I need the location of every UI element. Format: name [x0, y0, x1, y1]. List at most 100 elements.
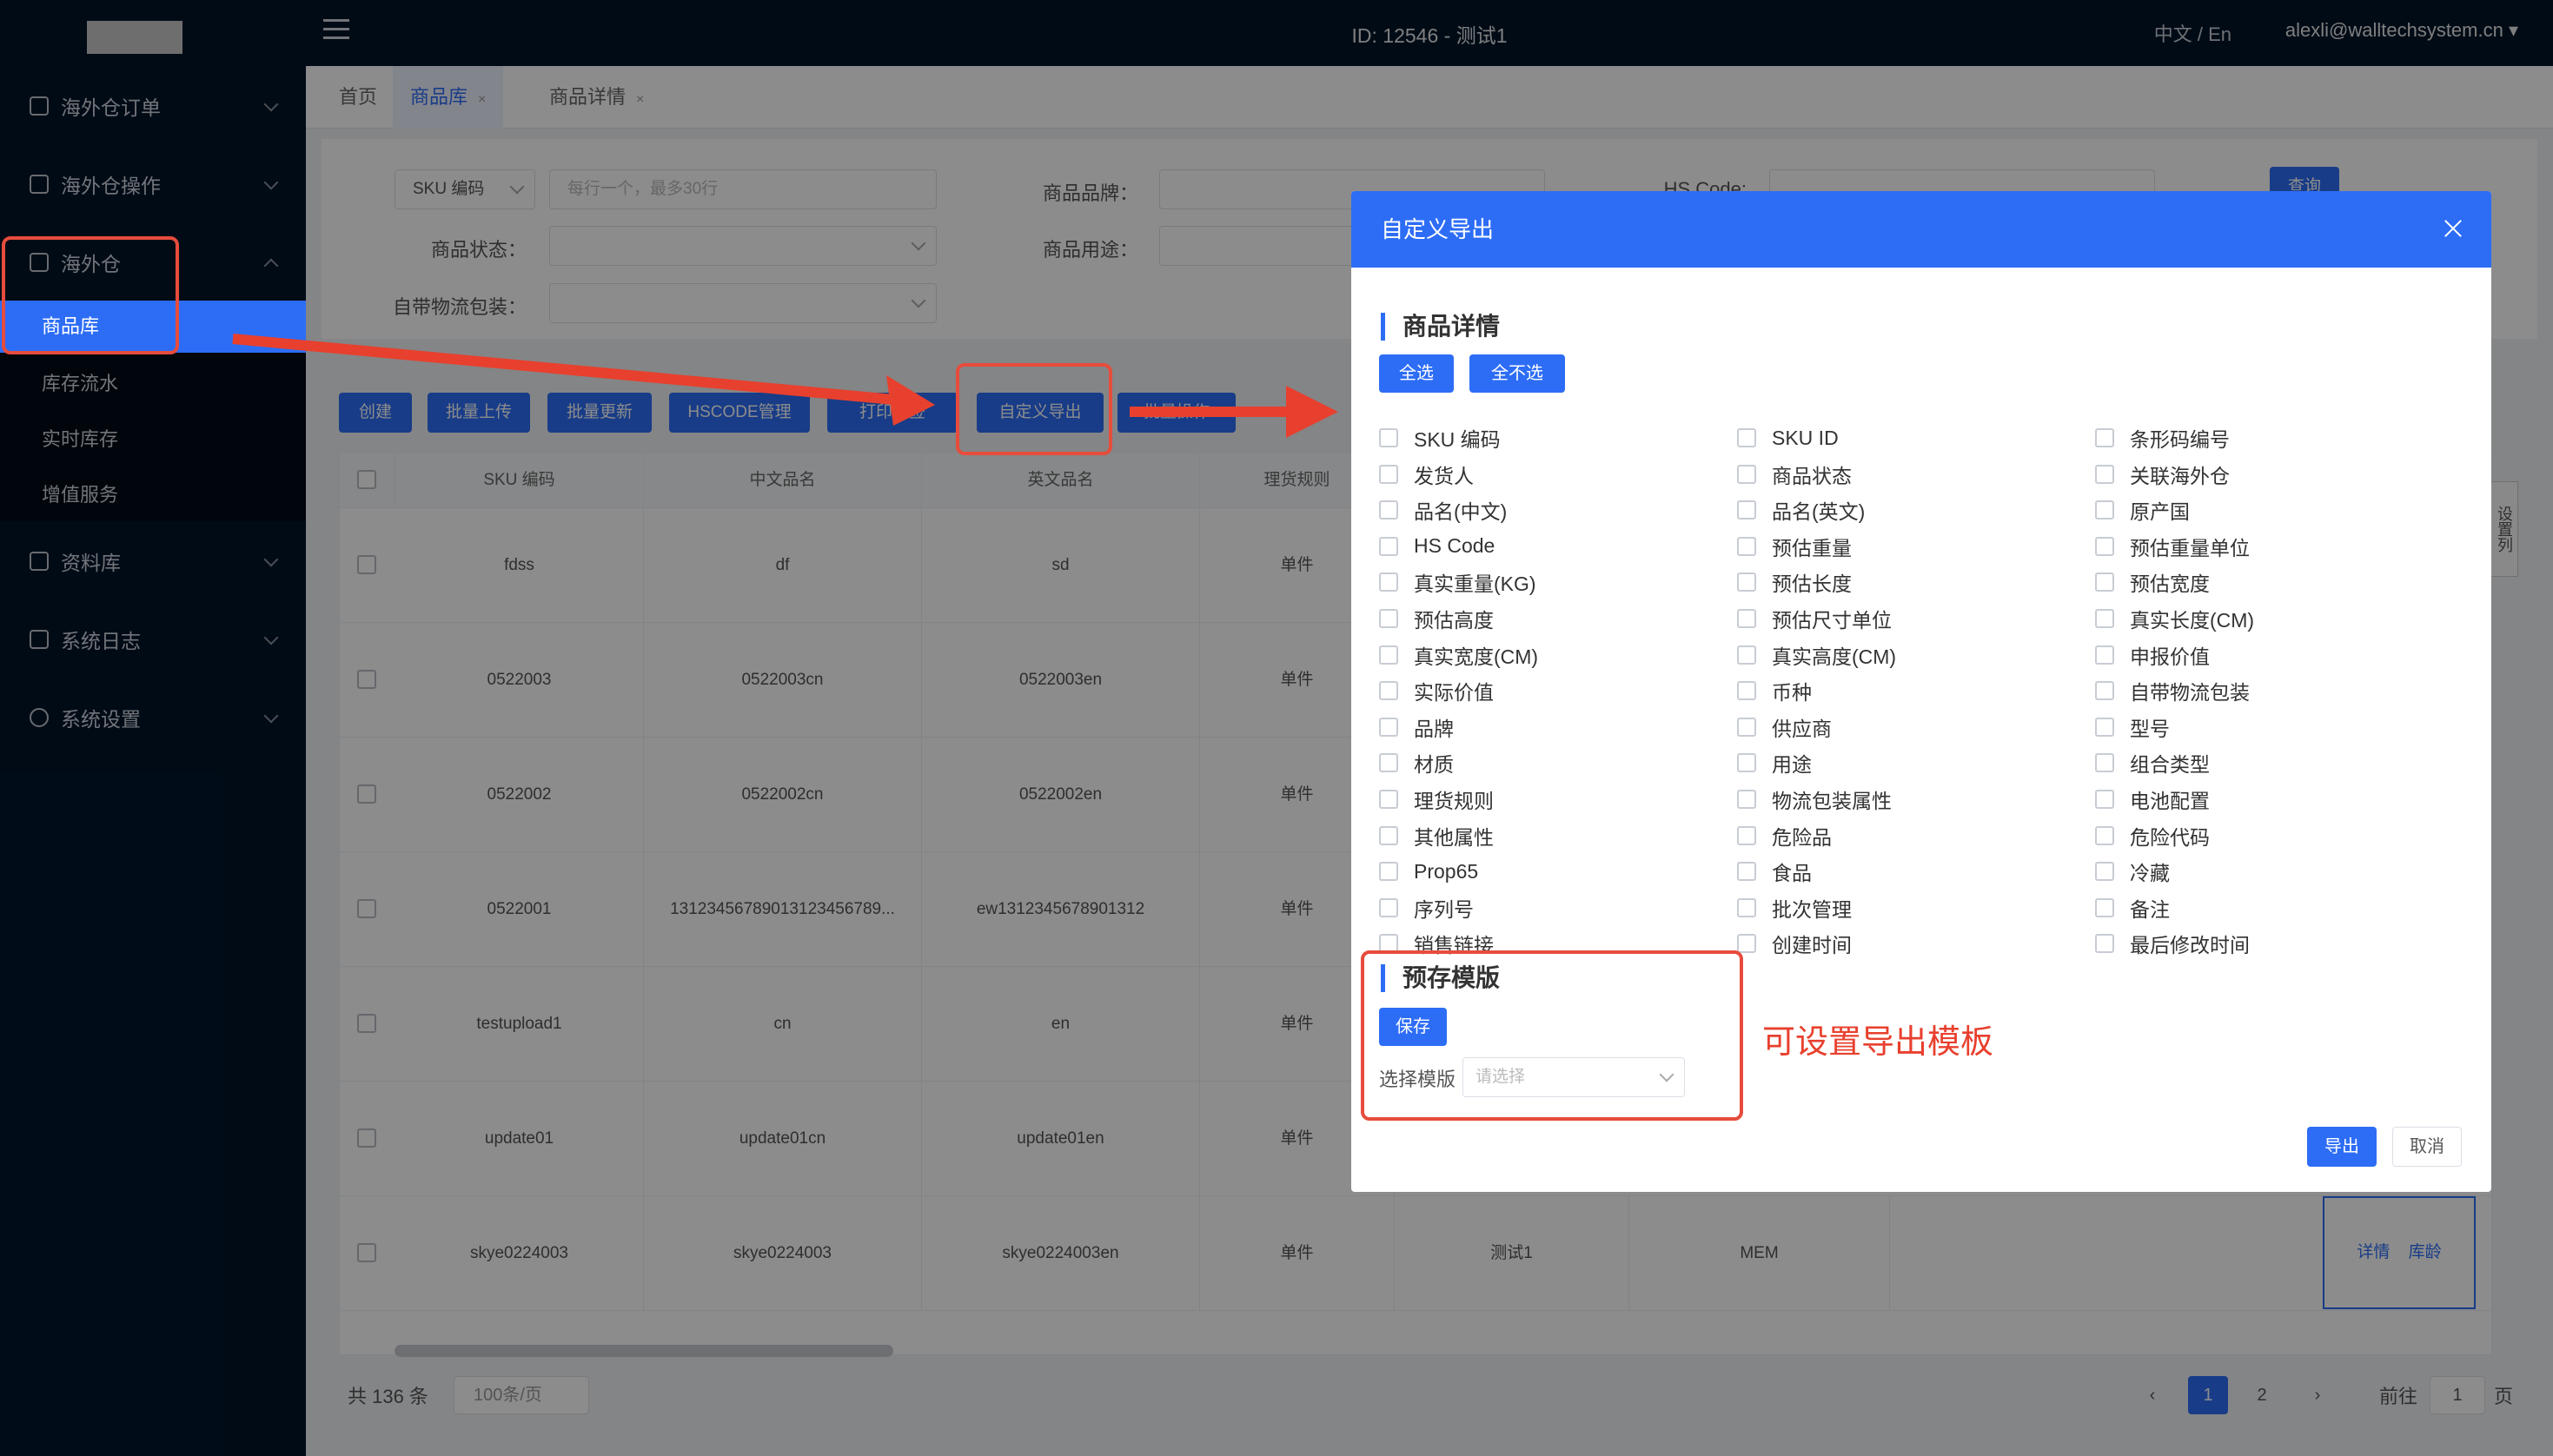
- checkbox[interactable]: [1379, 428, 1398, 447]
- export-field-option[interactable]: 申报价值: [2095, 638, 2210, 672]
- checkbox[interactable]: [1379, 681, 1398, 701]
- export-field-option[interactable]: 品牌: [1379, 710, 1454, 745]
- checkbox[interactable]: [1737, 790, 1756, 809]
- checkbox[interactable]: [2095, 717, 2114, 737]
- checkbox[interactable]: [2095, 428, 2114, 447]
- checkbox[interactable]: [1379, 572, 1398, 592]
- checkbox[interactable]: [1737, 464, 1756, 484]
- checkbox[interactable]: [1737, 717, 1756, 737]
- export-field-option[interactable]: 危险品: [1737, 818, 1832, 853]
- checkbox[interactable]: [1379, 753, 1398, 773]
- export-field-option[interactable]: 商品状态: [1737, 457, 1852, 492]
- export-field-option[interactable]: 批次管理: [1737, 890, 1852, 925]
- checkbox[interactable]: [1737, 753, 1756, 773]
- export-field-option[interactable]: 真实高度(CM): [1737, 638, 1896, 672]
- export-field-option[interactable]: 预估长度: [1737, 565, 1852, 599]
- checkbox[interactable]: [1379, 645, 1398, 665]
- checkbox[interactable]: [1737, 645, 1756, 665]
- checkbox[interactable]: [2095, 572, 2114, 592]
- checkbox[interactable]: [1737, 536, 1756, 556]
- export-field-option[interactable]: 食品: [1737, 854, 1812, 889]
- export-field-option[interactable]: 真实长度(CM): [2095, 601, 2254, 636]
- checkbox[interactable]: [2095, 753, 2114, 773]
- export-field-option[interactable]: SKU 编码: [1379, 420, 1501, 455]
- export-field-option[interactable]: 危险代码: [2095, 818, 2210, 853]
- export-field-option[interactable]: 预估重量: [1737, 529, 1852, 564]
- export-field-option[interactable]: 型号: [2095, 710, 2170, 745]
- checkbox[interactable]: [1379, 825, 1398, 845]
- close-icon[interactable]: [2441, 215, 2465, 240]
- export-field-option[interactable]: 预估宽度: [2095, 565, 2210, 599]
- checkbox[interactable]: [1737, 825, 1756, 845]
- export-field-option[interactable]: Prop65: [1379, 854, 1478, 889]
- export-field-option[interactable]: 最后修改时间: [2095, 926, 2250, 961]
- export-field-label: 真实长度(CM): [2130, 609, 2255, 632]
- select-none-button[interactable]: 全不选: [1469, 354, 1565, 393]
- export-field-option[interactable]: 自带物流包装: [2095, 673, 2250, 708]
- checkbox[interactable]: [1379, 609, 1398, 628]
- checkbox[interactable]: [2095, 536, 2114, 556]
- export-field-option[interactable]: 创建时间: [1737, 926, 1852, 961]
- export-field-option[interactable]: 发货人: [1379, 457, 1474, 492]
- checkbox[interactable]: [2095, 464, 2114, 484]
- checkbox[interactable]: [2095, 645, 2114, 665]
- export-field-label: 危险品: [1772, 825, 1832, 849]
- checkbox[interactable]: [1379, 536, 1398, 556]
- checkbox[interactable]: [1737, 862, 1756, 882]
- export-field-option[interactable]: SKU ID: [1737, 420, 1839, 455]
- checkbox[interactable]: [1379, 862, 1398, 882]
- export-field-option[interactable]: 品名(中文): [1379, 493, 1507, 527]
- cancel-button[interactable]: 取消: [2392, 1127, 2462, 1167]
- checkbox[interactable]: [2095, 897, 2114, 917]
- export-field-option[interactable]: 用途: [1737, 745, 1812, 780]
- checkbox[interactable]: [1737, 500, 1756, 520]
- checkbox[interactable]: [1737, 897, 1756, 917]
- export-field-option[interactable]: 组合类型: [2095, 745, 2210, 780]
- checkbox[interactable]: [1737, 934, 1756, 954]
- export-field-option[interactable]: 预估重量单位: [2095, 529, 2250, 564]
- export-field-option[interactable]: 真实宽度(CM): [1379, 638, 1538, 672]
- export-button[interactable]: 导出: [2307, 1127, 2377, 1167]
- checkbox[interactable]: [2095, 609, 2114, 628]
- export-field-label: 预估长度: [1772, 572, 1852, 596]
- export-field-option[interactable]: 条形码编号: [2095, 420, 2230, 455]
- export-field-option[interactable]: 其他属性: [1379, 818, 1494, 853]
- checkbox[interactable]: [1379, 717, 1398, 737]
- export-field-option[interactable]: 物流包装属性: [1737, 782, 1892, 817]
- export-field-option[interactable]: 序列号: [1379, 890, 1474, 925]
- checkbox[interactable]: [2095, 681, 2114, 701]
- checkbox[interactable]: [1737, 681, 1756, 701]
- export-field-option[interactable]: 品名(英文): [1737, 493, 1865, 527]
- export-field-option[interactable]: 预估高度: [1379, 601, 1494, 636]
- export-field-label: 电池配置: [2130, 790, 2210, 812]
- checkbox[interactable]: [1379, 464, 1398, 484]
- checkbox[interactable]: [1737, 428, 1756, 447]
- export-field-option[interactable]: HS Code: [1379, 529, 1495, 564]
- export-field-option[interactable]: 冷藏: [2095, 854, 2170, 889]
- export-field-option[interactable]: 币种: [1737, 673, 1812, 708]
- export-field-option[interactable]: 预估尺寸单位: [1737, 601, 1892, 636]
- checkbox[interactable]: [2095, 862, 2114, 882]
- checkbox[interactable]: [1737, 609, 1756, 628]
- export-field-option[interactable]: 供应商: [1737, 710, 1832, 745]
- export-field-option[interactable]: 真实重量(KG): [1379, 565, 1536, 599]
- checkbox[interactable]: [1379, 790, 1398, 809]
- export-field-label: 冷藏: [2130, 862, 2170, 885]
- checkbox[interactable]: [2095, 500, 2114, 520]
- export-field-option[interactable]: 备注: [2095, 890, 2170, 925]
- checkbox[interactable]: [2095, 825, 2114, 845]
- select-all-button[interactable]: 全选: [1379, 354, 1454, 393]
- export-field-option[interactable]: 关联海外仓: [2095, 457, 2230, 492]
- checkbox[interactable]: [1737, 572, 1756, 592]
- checkbox[interactable]: [2095, 934, 2114, 954]
- export-field-label: 创建时间: [1772, 934, 1852, 957]
- export-field-label: 商品状态: [1772, 464, 1852, 487]
- checkbox[interactable]: [2095, 790, 2114, 809]
- export-field-option[interactable]: 原产国: [2095, 493, 2190, 527]
- checkbox[interactable]: [1379, 500, 1398, 520]
- export-field-option[interactable]: 材质: [1379, 745, 1454, 780]
- checkbox[interactable]: [1379, 897, 1398, 917]
- export-field-option[interactable]: 实际价值: [1379, 673, 1494, 708]
- export-field-option[interactable]: 电池配置: [2095, 782, 2210, 817]
- export-field-option[interactable]: 理货规则: [1379, 782, 1494, 817]
